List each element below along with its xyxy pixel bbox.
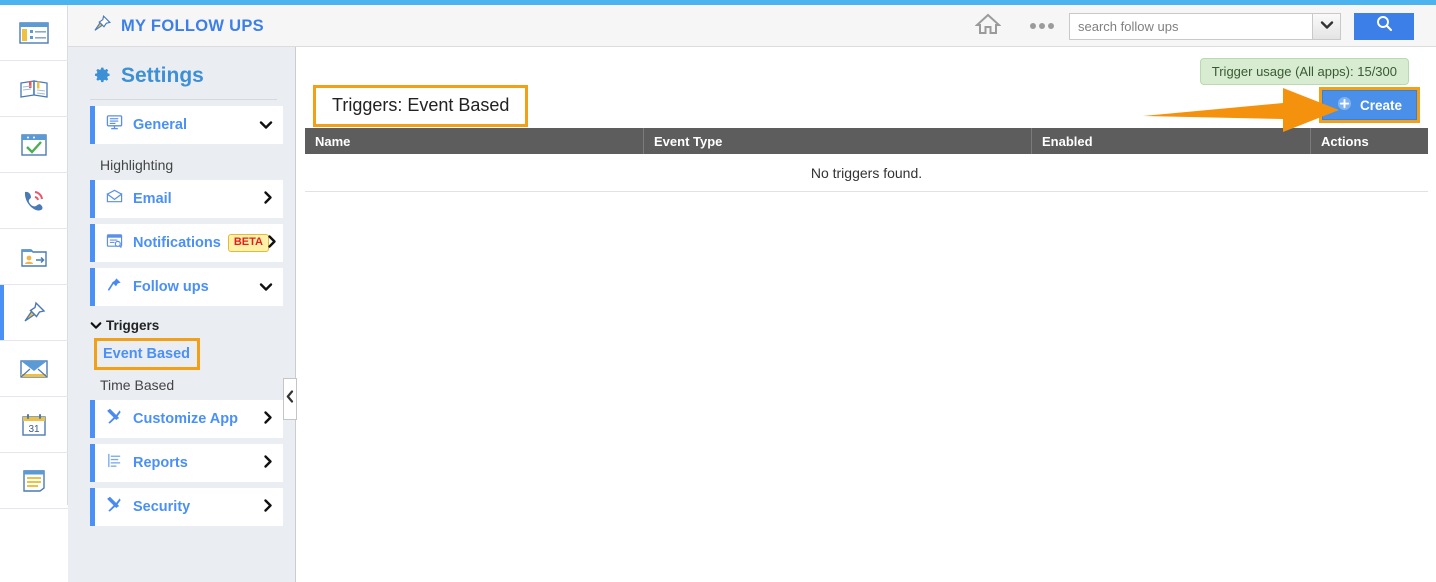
table-col-enabled: Enabled [1031, 128, 1310, 154]
main-content: Trigger usage (All apps): 15/300 Trigger… [297, 47, 1436, 582]
contact-folder-icon [20, 244, 48, 270]
tools-icon [106, 496, 123, 518]
create-button-label: Create [1359, 97, 1402, 113]
sidebar-item-label: Reports [133, 455, 188, 471]
create-button-highlight: Create [1318, 87, 1420, 123]
chevron-down-icon [259, 117, 273, 133]
search-submit-button[interactable] [1354, 12, 1414, 40]
sidebar-item-general[interactable]: General [90, 106, 283, 144]
notepad-icon [20, 468, 48, 494]
chevron-down-icon [1320, 17, 1334, 35]
pushpin-icon [20, 300, 48, 326]
sidebar-item-label: Notifications [133, 235, 221, 251]
gear-icon [90, 62, 112, 89]
envelope-open-icon [106, 189, 123, 209]
rail-item-follow-ups[interactable] [0, 285, 68, 341]
sidebar-item-customize-app[interactable]: Customize App [90, 400, 283, 438]
tools-icon [106, 408, 123, 430]
chevron-right-icon [263, 499, 273, 516]
rail-item-contacts[interactable] [0, 229, 68, 285]
chevron-right-icon [263, 411, 273, 428]
sidebar-item-label: General [133, 117, 187, 133]
sidebar-item-time-based[interactable]: Time Based [68, 370, 295, 400]
pushpin-icon [106, 276, 123, 298]
sidebar-item-reports[interactable]: Reports [90, 444, 283, 482]
news-list-icon [19, 21, 49, 45]
content-page-title: Triggers: Event Based [313, 85, 529, 127]
rail-item-tasks[interactable] [0, 117, 68, 173]
phone-call-icon [20, 188, 48, 214]
page-title: MY FOLLOW UPS [121, 16, 264, 35]
rail-item-notes[interactable] [0, 453, 68, 509]
table-empty-message: No triggers found. [305, 154, 1428, 192]
report-icon [106, 452, 123, 474]
table-body: No triggers found. [305, 154, 1428, 192]
chevron-down-icon [259, 279, 273, 295]
beta-badge: BETA [227, 234, 269, 252]
search-scope-dropdown[interactable] [1312, 12, 1341, 40]
sidebar-item-event-based[interactable]: Event Based [94, 338, 200, 370]
app-icon-rail: 31 [0, 5, 68, 509]
settings-heading-group: Settings [68, 47, 295, 99]
sidebar-item-label: Follow ups [133, 279, 209, 295]
rail-item-open-book[interactable] [0, 61, 68, 117]
chevron-right-icon [263, 191, 273, 208]
search-input[interactable] [1069, 12, 1312, 40]
calendar-31-icon: 31 [20, 412, 48, 438]
sidebar-subitem-highlighting[interactable]: Highlighting [68, 150, 295, 180]
sidebar-item-label: Email [133, 191, 172, 207]
sidebar-group-triggers[interactable]: Triggers [68, 312, 295, 338]
settings-heading-label: Settings [121, 63, 204, 87]
pushpin-icon [91, 13, 113, 40]
sidebar-item-follow-ups[interactable]: Follow ups [90, 268, 283, 306]
table-col-name: Name [315, 133, 351, 149]
sidebar-item-notifications[interactable]: Notifications BETA [90, 224, 283, 262]
rail-item-news-list[interactable] [0, 5, 68, 61]
sidebar-item-email[interactable]: Email [90, 180, 283, 218]
create-button[interactable]: Create [1321, 90, 1417, 120]
sidebar-subitem-label: Time Based [100, 377, 175, 393]
rail-item-mail[interactable] [0, 341, 68, 397]
sidebar-item-security[interactable]: Security [90, 488, 283, 526]
envelope-icon [19, 357, 49, 381]
monitor-icon [106, 114, 123, 136]
sidebar-group-label: Triggers [106, 317, 160, 333]
rail-item-calls[interactable] [0, 173, 68, 229]
settings-sidebar: Settings General Highlighting Email Noti… [68, 47, 296, 582]
chevron-left-icon [286, 390, 294, 408]
sidebar-subitem-label: Highlighting [100, 157, 174, 173]
search-group [1069, 12, 1341, 40]
header-title-group: MY FOLLOW UPS [91, 5, 264, 47]
chevron-right-icon [267, 235, 277, 252]
settings-divider [90, 99, 277, 100]
more-options-button[interactable] [1015, 5, 1069, 47]
home-icon [974, 12, 1002, 41]
chevron-right-icon [263, 455, 273, 472]
sidebar-item-label: Customize App [133, 411, 238, 427]
table-col-event-type: Event Type [643, 128, 1031, 154]
notification-icon [106, 233, 123, 254]
sidebar-subitem-label: Event Based [103, 346, 191, 362]
sidebar-item-label: Security [133, 499, 191, 515]
chevron-down-icon [90, 318, 102, 333]
open-book-icon [19, 77, 49, 101]
ellipsis-icon [1030, 23, 1054, 29]
triggers-table: Name Event Type Enabled Actions No trigg… [305, 128, 1428, 192]
svg-text:31: 31 [28, 424, 40, 435]
home-button[interactable] [961, 5, 1015, 47]
trigger-usage-badge: Trigger usage (All apps): 15/300 [1199, 58, 1409, 85]
table-header-row: Name Event Type Enabled Actions [305, 128, 1428, 154]
magnifier-icon [1376, 15, 1393, 37]
task-check-icon [20, 132, 48, 158]
app-header: MY FOLLOW UPS [68, 5, 1436, 47]
sidebar-collapse-handle[interactable] [283, 378, 297, 420]
app-root: 31 MY FOLLOW UPS search follow ups Setti… [0, 0, 1436, 582]
table-col-actions: Actions [1310, 128, 1428, 154]
rail-item-calendar[interactable]: 31 [0, 397, 68, 453]
header-actions [961, 5, 1436, 47]
circle-plus-icon [1337, 96, 1352, 114]
